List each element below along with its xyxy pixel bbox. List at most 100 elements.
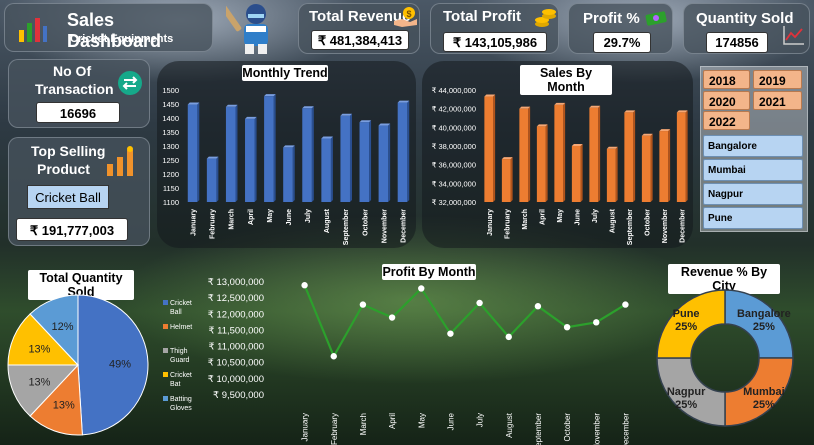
bar-side xyxy=(598,105,601,202)
slicer-year-2022[interactable]: 2022 xyxy=(703,111,750,130)
slicer-city-pune[interactable]: Pune xyxy=(703,207,803,229)
slicer-city-bangalore[interactable]: Bangalore xyxy=(703,135,803,157)
x-tick-label: October xyxy=(362,209,369,236)
y-tick-label: ₹ 44,000,000 xyxy=(432,86,476,95)
top-product-label-line2: Product xyxy=(37,161,90,177)
bar-side xyxy=(254,116,257,202)
bar-top xyxy=(187,102,200,105)
x-tick-label: October xyxy=(563,413,572,442)
y-tick-label: 1150 xyxy=(163,184,179,193)
y-tick-label: ₹ 32,000,000 xyxy=(432,198,476,207)
y-tick-label: 1500 xyxy=(162,86,179,95)
slicer-year-2020[interactable]: 2020 xyxy=(703,91,750,110)
bar-side xyxy=(369,120,372,202)
y-tick-label: 1450 xyxy=(162,100,179,109)
slicer-year-2018[interactable]: 2018 xyxy=(703,70,750,89)
line-point xyxy=(563,324,571,331)
x-tick-label: July xyxy=(476,413,485,427)
x-tick-label: February xyxy=(210,209,217,239)
line-point xyxy=(534,303,542,310)
legend-label: Gloves xyxy=(170,405,192,412)
bar-side xyxy=(273,94,276,202)
x-tick-label: January xyxy=(487,209,494,236)
x-tick-label: March xyxy=(522,209,529,230)
x-tick-label: November xyxy=(592,413,601,445)
x-tick-label: August xyxy=(609,208,616,233)
header-card: Sales Dashboard Cricket Equipments xyxy=(4,3,213,52)
donut-label-value: 25% xyxy=(753,321,775,333)
bar xyxy=(484,96,494,202)
trend-chart-icon xyxy=(783,26,804,45)
donut-label-name: Pune xyxy=(673,308,700,320)
bar xyxy=(571,146,581,202)
x-tick-label: September xyxy=(534,413,543,445)
y-tick-label: 1400 xyxy=(162,114,179,123)
legend-swatch xyxy=(163,396,168,401)
y-tick-label: ₹ 13,000,000 xyxy=(208,277,264,288)
total-revenue-value: ₹ 481,384,413 xyxy=(311,30,409,50)
bar xyxy=(340,115,350,202)
slicer-city-mumbai[interactable]: Mumbai xyxy=(703,159,803,181)
line-point xyxy=(418,285,425,292)
total-profit-label: Total Profit xyxy=(443,8,522,25)
legend-label: Thigh xyxy=(170,348,188,355)
bar-top xyxy=(302,106,314,109)
x-tick-label: April xyxy=(388,413,397,429)
swap-arrows-icon xyxy=(118,71,142,95)
bar xyxy=(659,131,669,202)
bar xyxy=(501,159,511,202)
bar-top xyxy=(397,100,410,103)
bar xyxy=(624,112,634,202)
x-tick-label: June xyxy=(446,412,455,430)
top-product-name: Cricket Ball xyxy=(27,185,109,209)
x-tick-label: August xyxy=(324,208,331,233)
bar-side xyxy=(493,94,496,202)
slicer-city-nagpur[interactable]: Nagpur xyxy=(703,183,803,205)
x-tick-label: June xyxy=(286,209,293,225)
bar xyxy=(554,104,564,202)
line-point xyxy=(447,330,454,337)
line-point xyxy=(593,319,600,326)
profit-pct-card: Profit % 29.7% xyxy=(568,3,673,54)
x-tick-label: April xyxy=(539,209,546,225)
svg-text:$: $ xyxy=(406,9,411,19)
y-tick-label: ₹ 9,500,000 xyxy=(213,390,264,401)
sales-by-month-chart: ₹ 32,000,000 ₹ 34,000,000 ₹ 36,000,000 ₹ 38… xyxy=(432,86,688,245)
bar-side xyxy=(349,113,352,202)
y-tick-label: 1350 xyxy=(162,128,179,137)
bar xyxy=(283,147,293,202)
y-tick-label: ₹ 40,000,000 xyxy=(432,123,476,132)
bar xyxy=(606,148,616,202)
x-tick-label: May xyxy=(417,413,426,428)
slicer-year-2021[interactable]: 2021 xyxy=(753,91,802,110)
bar-top xyxy=(321,136,333,139)
quantity-sold-value: 174856 xyxy=(706,32,768,53)
x-tick-label: December xyxy=(621,413,630,445)
pie-data-label: 49% xyxy=(109,359,131,371)
x-tick-label: September xyxy=(343,209,350,245)
bar-side xyxy=(388,123,391,202)
y-tick-label: ₹ 10,500,000 xyxy=(208,358,264,369)
bar-side xyxy=(407,100,410,202)
bar-side xyxy=(615,146,618,202)
x-tick-label: July xyxy=(592,209,599,223)
bar-top xyxy=(283,145,295,148)
bar xyxy=(321,138,331,202)
line-point xyxy=(359,301,367,308)
quantity-sold-label: Quantity Sold xyxy=(696,10,794,27)
legend-label: Ball xyxy=(170,309,182,316)
bar-side xyxy=(216,156,219,202)
y-tick-label: ₹ 10,000,000 xyxy=(208,374,264,385)
profit-by-month-chart: ₹ 9,500,000 ₹ 10,000,000 ₹ 10,500,000 ₹ 11,… xyxy=(208,277,631,445)
bar-top xyxy=(378,123,391,126)
legend-swatch xyxy=(163,372,168,377)
y-tick-label: ₹ 11,000,000 xyxy=(208,342,264,353)
slicer-year-2019[interactable]: 2019 xyxy=(753,70,802,89)
y-tick-label: ₹ 12,000,000 xyxy=(208,309,264,320)
line-point xyxy=(505,333,512,341)
bar-side xyxy=(580,144,583,202)
bar xyxy=(676,112,686,202)
money-hand-icon: $ xyxy=(394,7,417,27)
profit-pct-value: 29.7% xyxy=(593,32,651,53)
pie-data-label: 13% xyxy=(28,343,50,355)
